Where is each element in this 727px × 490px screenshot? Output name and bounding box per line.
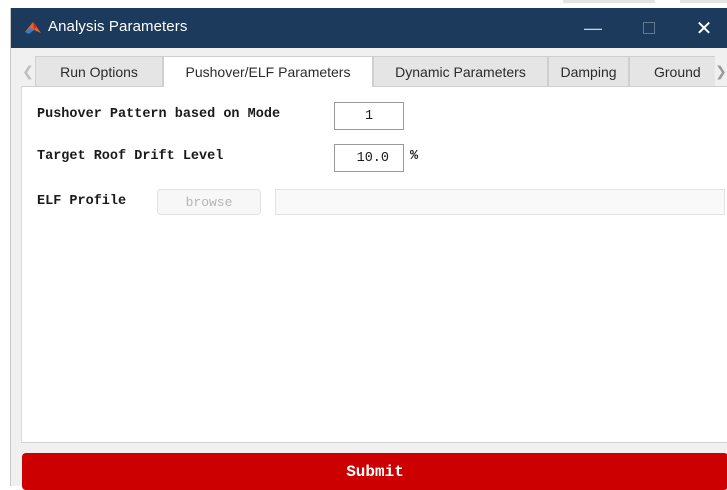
tab-strip: ❮ Run Options Pushover/ELF Parameters Dy… (11, 56, 727, 87)
target-drift-input[interactable] (334, 144, 404, 172)
target-drift-label: Target Roof Drift Level (37, 149, 224, 164)
maximize-icon (643, 22, 655, 34)
browse-button[interactable]: browse (157, 189, 261, 215)
tab-damping[interactable]: Damping (548, 56, 629, 86)
background-segment (680, 0, 727, 3)
background-strip (0, 0, 727, 8)
matlab-icon (25, 22, 41, 34)
chevron-right-icon: ❯ (715, 62, 727, 79)
close-icon: ✕ (695, 17, 713, 40)
close-button[interactable]: ✕ (681, 8, 727, 48)
submit-button[interactable]: Submit (22, 453, 727, 490)
pushover-mode-label: Pushover Pattern based on Mode (37, 107, 281, 122)
tab-run-options[interactable]: Run Options (35, 56, 163, 86)
target-drift-unit: % (410, 149, 419, 164)
minimize-button[interactable]: — (570, 8, 616, 48)
minimize-icon: — (584, 17, 602, 38)
window-title: Analysis Parameters (48, 18, 188, 35)
analysis-parameters-window: Analysis Parameters — ✕ ❮ Run Options Pu… (10, 8, 727, 490)
background-segment (563, 0, 655, 3)
tab-dynamic-parameters[interactable]: Dynamic Parameters (373, 56, 548, 86)
tab-scroll-right-button[interactable]: ❯ (715, 56, 727, 86)
tab-pushover-elf-parameters[interactable]: Pushover/ELF Parameters (163, 56, 373, 87)
maximize-button[interactable] (626, 8, 672, 48)
elf-profile-label: ELF Profile (37, 194, 127, 209)
chevron-left-icon: ❮ (22, 62, 34, 79)
elf-profile-path-field[interactable] (275, 189, 725, 215)
pushover-elf-panel: Pushover Pattern based on Mode Target Ro… (21, 86, 727, 443)
title-bar[interactable]: Analysis Parameters — ✕ (11, 8, 727, 48)
pushover-mode-input[interactable] (334, 102, 404, 130)
tab-scroll-left-button[interactable]: ❮ (21, 56, 36, 86)
tab-ground[interactable]: Ground (629, 56, 727, 86)
